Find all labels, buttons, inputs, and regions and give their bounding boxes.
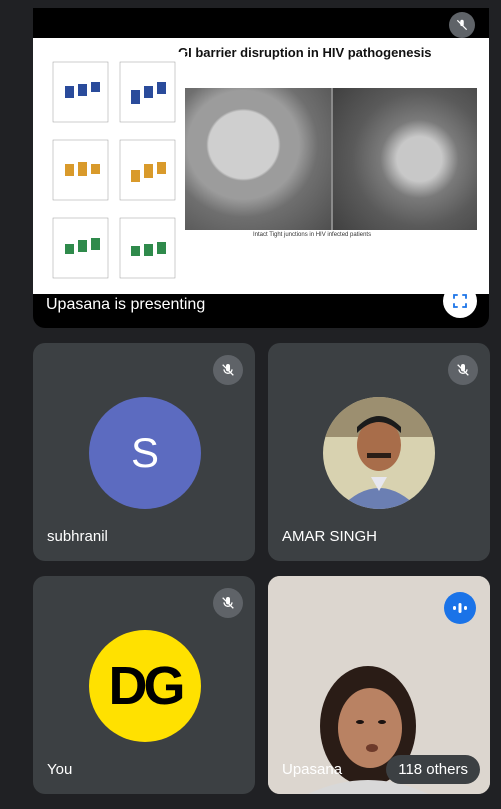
slide-title: GI barrier disruption in HIV pathogenesi… — [178, 45, 432, 60]
speaking-indicator-icon — [444, 592, 476, 624]
participant-tile-amar-singh[interactable]: AMAR SINGH — [268, 343, 490, 561]
fullscreen-button[interactable] — [443, 284, 477, 318]
participant-name: You — [47, 761, 73, 778]
fullscreen-icon — [453, 294, 467, 308]
microscopy-image — [185, 88, 477, 230]
boxplot-figure — [45, 52, 185, 284]
participant-tile-you[interactable]: DG You — [33, 576, 255, 794]
mic-off-icon — [213, 355, 243, 385]
presentation-tile[interactable]: GI barrier disruption in HIV pathogenesi… — [33, 8, 489, 328]
dg-logo-avatar: DG — [89, 630, 201, 742]
participant-tile-subhranil[interactable]: S subhranil — [33, 343, 255, 561]
participant-tile-upasana[interactable]: Upasana 118 others — [268, 576, 490, 794]
shared-slide: GI barrier disruption in HIV pathogenesi… — [33, 38, 489, 294]
slide-caption: Intact Tight junctions in HIV infected p… — [253, 232, 372, 238]
mic-off-icon — [449, 12, 475, 38]
mic-off-icon — [448, 355, 478, 385]
avatar: S — [89, 397, 201, 509]
mic-off-icon — [213, 588, 243, 618]
presenting-label: Upasana is presenting — [46, 296, 206, 313]
participant-name: subhranil — [47, 528, 108, 545]
participant-name: AMAR SINGH — [282, 528, 378, 545]
avatar-photo — [323, 397, 435, 509]
participant-name: Upasana — [282, 761, 343, 778]
others-count-button[interactable]: 118 others — [386, 755, 480, 784]
